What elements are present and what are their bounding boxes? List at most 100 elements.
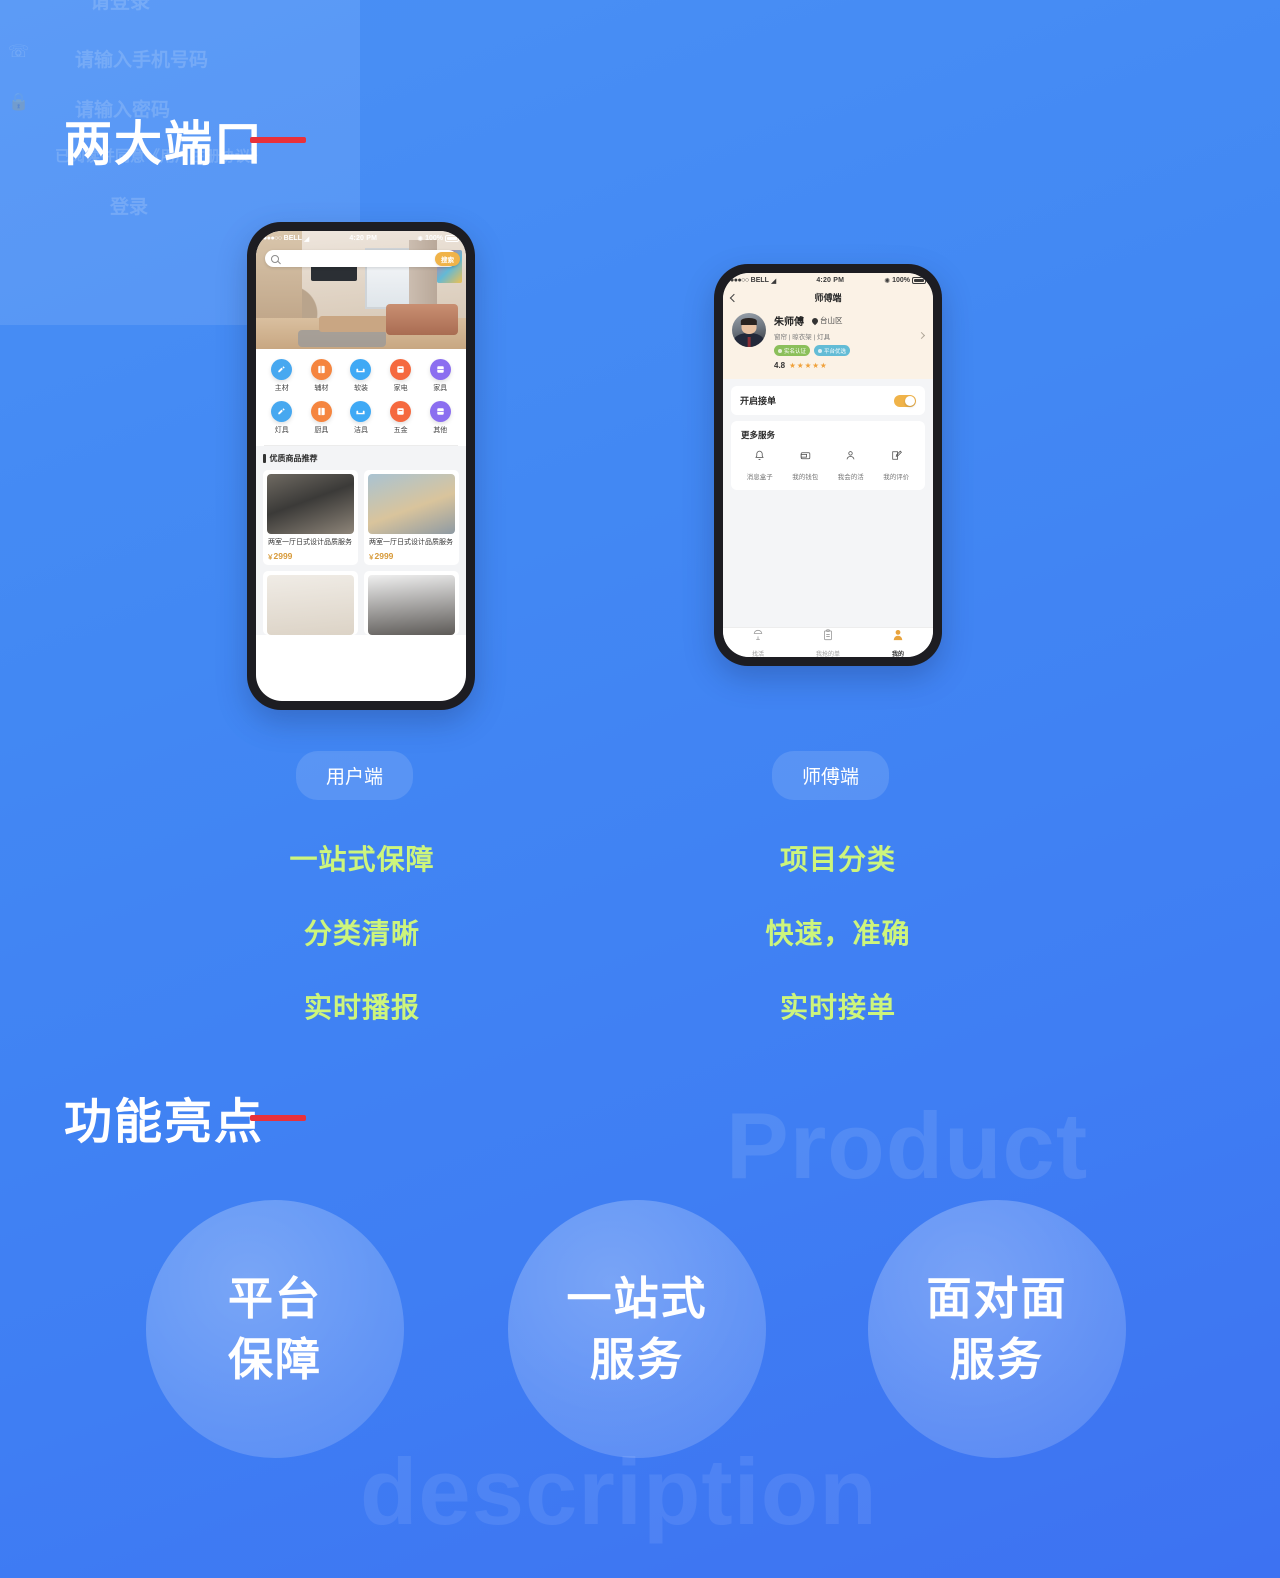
master-app-status-bar: ●●●○○ BELL ◢ 4:20 PM ✺ 100% bbox=[723, 273, 933, 288]
product-price: ￥2999 bbox=[368, 551, 455, 561]
feature-item: 实时播报 bbox=[303, 992, 420, 1023]
section-title-ports: 两大端口 bbox=[64, 104, 307, 174]
accept-orders-row[interactable]: 开启接单 bbox=[731, 386, 925, 415]
category-item-jieju[interactable]: 洁具 bbox=[341, 401, 381, 435]
search-job-icon bbox=[751, 628, 765, 647]
status-right: ✺ 100% bbox=[417, 235, 461, 243]
tab-my-orders[interactable]: 我抢的单 bbox=[793, 628, 863, 657]
search-button[interactable]: 搜索 bbox=[435, 252, 460, 266]
service-item-skills[interactable]: 我会的活 bbox=[828, 449, 874, 481]
category-item-wujin[interactable]: 五金 bbox=[381, 401, 421, 435]
master-tab-bar: 找活 我抢的单 我的 bbox=[723, 627, 933, 657]
ghost-lock-icon: 🔒 bbox=[8, 92, 30, 111]
tab-label: 找活 bbox=[751, 652, 764, 657]
status-signal: ●●●○○ BELL ◢ bbox=[263, 235, 309, 243]
category-grid: 主材 辅材 软装 家电 家具 灯具 厨具 洁具 五金 其他 bbox=[256, 349, 466, 441]
service-item-wallet[interactable]: 我的钱包 bbox=[783, 449, 829, 481]
more-services-card: 更多服务 消息盒子 我的钱包 我会的活 我的评价 bbox=[731, 421, 925, 490]
carrier-label: BELL bbox=[750, 277, 769, 284]
wallet-icon bbox=[799, 449, 812, 467]
product-card[interactable] bbox=[263, 571, 358, 636]
master-badge-list: 实名认证 平台优选 bbox=[774, 345, 924, 356]
nav-title: 师傅端 bbox=[814, 293, 842, 303]
accent-bar bbox=[263, 454, 266, 463]
feature-item: 分类清晰 bbox=[303, 918, 420, 949]
board-icon bbox=[310, 359, 332, 380]
battery-percent: 100% bbox=[892, 277, 910, 284]
tab-find-jobs[interactable]: 找活 bbox=[723, 628, 793, 657]
phone-mockup-user-app: ●●●○○ BELL ◢ 4:20 PM ✺ 100% 搜索 主材 辅材 软装 … bbox=[247, 222, 475, 710]
title-accent-rule bbox=[250, 1115, 307, 1121]
product-name: 两室一厅日式设计品质服务 bbox=[369, 539, 453, 546]
category-label: 其他 bbox=[433, 427, 448, 434]
service-item-reviews[interactable]: 我的评价 bbox=[874, 449, 920, 481]
category-item-ruanzhuang[interactable]: 软装 bbox=[341, 359, 381, 393]
category-label: 厨具 bbox=[314, 427, 329, 434]
product-card[interactable] bbox=[364, 571, 459, 636]
signal-dots-icon: ●●●○○ bbox=[263, 235, 282, 242]
category-item-zhucai[interactable]: 主材 bbox=[262, 359, 302, 393]
product-card[interactable]: 两室一厅日式设计品质服务 ￥2999 bbox=[263, 470, 358, 566]
location-pin-icon bbox=[810, 316, 820, 325]
circle-line-2: 保障 bbox=[227, 1334, 322, 1385]
category-item-qita[interactable]: 其他 bbox=[420, 401, 460, 435]
circle-line-1: 面对面 bbox=[926, 1273, 1068, 1324]
service-item-messages[interactable]: 消息盒子 bbox=[737, 449, 783, 481]
search-input[interactable] bbox=[265, 250, 457, 267]
highlight-circle-onestop: 一站式 服务 bbox=[508, 1200, 766, 1458]
shield-icon bbox=[818, 348, 823, 353]
badge-label: 平台优选 bbox=[824, 348, 847, 355]
location-label: 台山区 bbox=[820, 316, 843, 325]
master-profile-card[interactable]: 朱师傅 台山区 窗帘 | 晾衣架 | 灯具 实名认证 平台优选 4.8 ★★★★… bbox=[723, 307, 933, 379]
hardware-icon bbox=[390, 401, 412, 422]
tab-profile[interactable]: 我的 bbox=[863, 628, 933, 657]
bluetooth-icon: ✺ bbox=[417, 235, 424, 243]
feature-list-master: 项目分类 快速，准确 实时接单 bbox=[658, 838, 1018, 1060]
avatar-hair bbox=[740, 318, 758, 326]
avatar bbox=[732, 313, 766, 347]
more-services-title: 更多服务 bbox=[741, 430, 776, 440]
feature-item: 一站式保障 bbox=[289, 844, 435, 875]
circle-line-2: 服务 bbox=[589, 1334, 684, 1385]
user-app-status-bar: ●●●○○ BELL ◢ 4:20 PM ✺ 100% bbox=[256, 231, 466, 246]
battery-icon bbox=[912, 277, 928, 284]
category-item-jiadian[interactable]: 家电 bbox=[381, 359, 421, 393]
back-icon[interactable] bbox=[729, 293, 739, 302]
accept-orders-label: 开启接单 bbox=[740, 396, 777, 406]
highlight-circle-platform: 平台 保障 bbox=[146, 1200, 404, 1458]
category-label: 五金 bbox=[393, 427, 408, 434]
category-item-chuju[interactable]: 厨具 bbox=[302, 401, 342, 435]
bell-icon bbox=[753, 449, 766, 467]
ghost-submit-button: 登录 bbox=[110, 197, 149, 218]
pill-master-app[interactable]: 师傅端 bbox=[772, 751, 890, 800]
category-item-jiaju[interactable]: 家具 bbox=[420, 359, 460, 393]
category-item-dengju[interactable]: 灯具 bbox=[262, 401, 302, 435]
faucet-icon bbox=[271, 359, 293, 380]
clipboard-icon bbox=[821, 628, 835, 647]
verified-icon bbox=[778, 348, 782, 353]
accept-orders-toggle[interactable] bbox=[894, 394, 916, 407]
services-grid: 消息盒子 我的钱包 我会的活 我的评价 bbox=[737, 449, 919, 481]
master-info: 朱师傅 台山区 窗帘 | 晾衣架 | 灯具 实名认证 平台优选 4.8 ★★★★… bbox=[774, 313, 924, 370]
circle-line-1: 平台 bbox=[227, 1273, 322, 1324]
feature-item: 项目分类 bbox=[779, 844, 896, 875]
hero-sofa bbox=[386, 304, 458, 335]
status-right: ✺ 100% bbox=[884, 277, 928, 285]
ghost-phone-field: 请输入手机号码 bbox=[75, 50, 209, 71]
category-label: 洁具 bbox=[353, 427, 368, 434]
ghost-phone-icon: ☏ bbox=[8, 42, 30, 61]
status-signal: ●●●○○ BELL ◢ bbox=[730, 277, 776, 285]
user-icon bbox=[891, 628, 905, 647]
status-time: 4:20 PM bbox=[816, 277, 845, 284]
pill-user-app[interactable]: 用户端 bbox=[296, 751, 414, 800]
bluetooth-icon: ✺ bbox=[884, 277, 891, 285]
category-item-fucai[interactable]: 辅材 bbox=[302, 359, 342, 393]
product-card[interactable]: 两室一厅日式设计品质服务 ￥2999 bbox=[364, 470, 459, 566]
carrier-label: BELL bbox=[283, 235, 302, 242]
signal-dots-icon: ●●●○○ bbox=[730, 277, 749, 284]
tab-label: 我的 bbox=[891, 652, 904, 657]
product-thumbnail bbox=[267, 575, 354, 636]
ghost-login-title: 请登录 bbox=[90, 0, 150, 13]
highlight-circle-facetoface: 面对面 服务 bbox=[868, 1200, 1126, 1458]
master-name-row: 朱师傅 台山区 bbox=[774, 313, 924, 328]
